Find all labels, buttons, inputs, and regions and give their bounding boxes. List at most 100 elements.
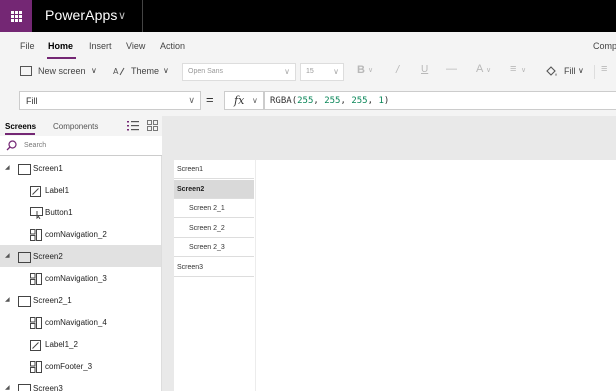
nav-item[interactable]: Screen3: [174, 257, 254, 277]
fill-button[interactable]: Fill: [564, 66, 576, 76]
component-icon: [30, 272, 42, 290]
tab-view[interactable]: View: [126, 41, 145, 51]
app-name[interactable]: PowerApps: [45, 7, 118, 23]
fx-icon: fx: [234, 94, 245, 107]
tree-item[interactable]: comNavigation_3: [0, 267, 161, 289]
nav-item[interactable]: Screen 2_3: [174, 238, 254, 257]
waffle-icon: [10, 10, 22, 22]
tree-item-label: Label1_2: [45, 340, 78, 349]
chevron-down-icon[interactable]: ∨: [521, 66, 526, 74]
italic-button[interactable]: /: [396, 64, 399, 76]
tree-view-panel: Screens Components Search ◢ Screen1 Label1…: [0, 116, 162, 391]
chevron-down-icon[interactable]: ∨: [163, 66, 169, 75]
component-icon: [30, 360, 42, 378]
nav-item-label: Screen2: [177, 185, 205, 193]
paint-bucket-icon: [546, 66, 557, 76]
ribbon-toolbar: New screen ∨ A Theme ∨ Open Sans ∨ 15 ∨ …: [0, 60, 616, 84]
new-screen-button[interactable]: New screen: [38, 66, 86, 76]
theme-icon: A: [113, 67, 125, 76]
screen-canvas[interactable]: Screen1 Screen2 Screen 2_1 Screen 2_2 Screen…: [174, 160, 616, 391]
tab-components[interactable]: Comp: [593, 41, 616, 51]
search-box[interactable]: Search: [0, 136, 162, 156]
tree-item-label: Screen1: [33, 164, 63, 173]
formula-input[interactable]: RGBA(255, 255, 255, 1): [264, 91, 616, 110]
formula-function: RGBA: [270, 96, 292, 106]
component-icon: [30, 316, 42, 334]
nav-item-label: Screen 2_3: [189, 244, 225, 251]
nav-item-label: Screen 2_1: [189, 205, 225, 212]
tree-item[interactable]: ◢ Screen2: [0, 245, 161, 267]
canvas-area: Screen1 Screen2 Screen 2_1 Screen 2_2 Screen…: [162, 116, 616, 391]
chevron-down-icon[interactable]: ∨: [91, 66, 97, 75]
tree-item[interactable]: ◢ Screen2_1: [0, 289, 161, 311]
tree-item-label: Screen3: [33, 384, 63, 391]
tree-item-label: Label1: [45, 186, 70, 195]
font-color-button[interactable]: A: [476, 63, 483, 75]
search-input[interactable]: Search: [24, 142, 46, 149]
svg-text:A: A: [113, 67, 119, 76]
navigation-component[interactable]: Screen1 Screen2 Screen 2_1 Screen 2_2 Screen…: [174, 160, 256, 391]
border-icon[interactable]: ≡: [601, 63, 607, 75]
ribbon-divider: [594, 65, 595, 79]
property-value: Fill: [26, 96, 38, 106]
chevron-down-icon[interactable]: ∨: [486, 66, 491, 74]
formula-arg: 255: [297, 96, 314, 106]
expand-arrow-icon[interactable]: ◢: [5, 296, 10, 303]
screen-icon: [18, 294, 31, 312]
tree-item[interactable]: comNavigation_2: [0, 223, 161, 245]
expand-arrow-icon[interactable]: ◢: [5, 164, 10, 171]
grid-view-icon[interactable]: [147, 120, 158, 131]
font-value: Open Sans: [188, 68, 224, 75]
bold-button[interactable]: B: [357, 64, 365, 76]
component-icon: [30, 228, 42, 246]
underline-button[interactable]: U: [421, 64, 428, 75]
font-size-select[interactable]: 15 ∨: [300, 63, 344, 81]
formula-arg: 255: [324, 96, 341, 106]
tab-home[interactable]: Home: [48, 41, 73, 51]
font-select[interactable]: Open Sans ∨: [182, 63, 296, 81]
panel-tabs: Screens Components: [0, 116, 162, 136]
chevron-down-icon[interactable]: ∨: [368, 66, 373, 74]
screen-icon: [18, 382, 31, 391]
nav-item[interactable]: Screen2: [174, 179, 254, 199]
tree-item[interactable]: ◢ Screen1: [0, 157, 161, 179]
nav-item[interactable]: Screen1: [174, 160, 254, 179]
screen-icon: [18, 162, 31, 180]
tab-action[interactable]: Action: [160, 41, 185, 51]
chevron-down-icon: ∨: [188, 95, 195, 105]
expand-arrow-icon[interactable]: ◢: [5, 252, 10, 259]
nav-item-label: Screen1: [177, 166, 204, 173]
theme-button[interactable]: Theme: [131, 66, 159, 76]
property-select[interactable]: Fill ∨: [19, 91, 201, 110]
tab-file[interactable]: File: [20, 41, 35, 51]
tree-item[interactable]: comNavigation_4: [0, 311, 161, 333]
tab-insert[interactable]: Insert: [89, 41, 112, 51]
strikethrough-button[interactable]: —: [446, 63, 457, 75]
tree-item-label: Button1: [45, 208, 73, 217]
chevron-down-icon[interactable]: ∨: [118, 9, 126, 22]
tree-item[interactable]: Button1: [0, 201, 161, 223]
tree-item-label: comNavigation_4: [45, 318, 107, 327]
button-icon: [30, 206, 43, 224]
tree-item[interactable]: Label1: [0, 179, 161, 201]
nav-item[interactable]: Screen 2_2: [174, 218, 254, 238]
nav-item[interactable]: Screen 2_1: [174, 199, 254, 218]
align-icon[interactable]: ≡: [510, 63, 516, 75]
label-icon: [30, 338, 41, 356]
expand-arrow-icon[interactable]: ◢: [5, 384, 10, 391]
tab-screens[interactable]: Screens: [5, 122, 36, 131]
label-icon: [30, 184, 41, 202]
chevron-down-icon[interactable]: ∨: [578, 66, 584, 75]
active-tab-indicator: [47, 57, 76, 59]
tree-item-label: comFooter_3: [45, 362, 93, 371]
tree-item[interactable]: ◢ Screen3: [0, 377, 161, 391]
function-button[interactable]: fx ∨: [224, 91, 264, 110]
tree-item-label: comNavigation_2: [45, 230, 107, 239]
equals-sign: =: [206, 92, 214, 107]
tab-components[interactable]: Components: [53, 122, 98, 131]
tree-item[interactable]: Label1_2: [0, 333, 161, 355]
list-view-icon[interactable]: [127, 120, 139, 131]
app-launcher-button[interactable]: [0, 0, 32, 32]
tree-item[interactable]: comFooter_3: [0, 355, 161, 377]
search-icon: [6, 140, 17, 151]
